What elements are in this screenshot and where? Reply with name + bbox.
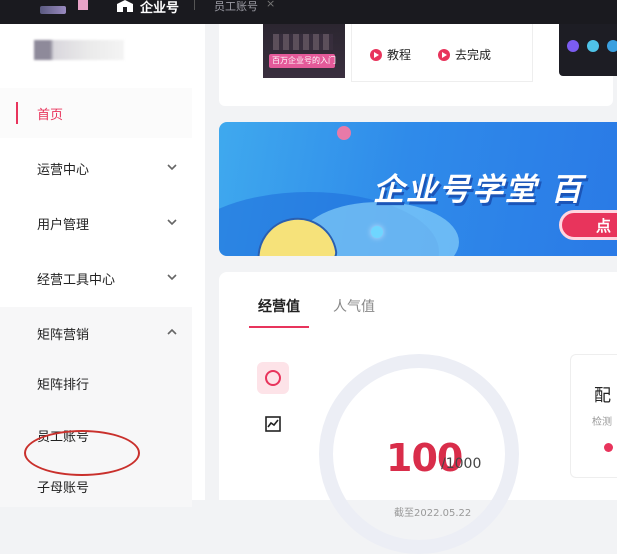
thumbnail-text: 百万企业号的入门 — [272, 56, 336, 65]
chevron-up-icon — [167, 328, 177, 335]
gauge-icon — [265, 370, 281, 386]
tab-popularity-value[interactable]: 人气值 — [333, 296, 375, 316]
sidebar-item-label: 用户管理 — [37, 218, 90, 233]
banner-title: 企业号学堂 百 — [373, 172, 584, 208]
onboarding-card: 百万企业号的入门 教程 去完成 — [219, 24, 617, 106]
complete-label: 去完成 — [455, 48, 492, 62]
feature-panel — [559, 24, 617, 76]
complete-link[interactable]: 去完成 — [438, 46, 491, 63]
trend-view-button[interactable] — [257, 408, 289, 440]
tab-business-value[interactable]: 经营值 — [258, 296, 300, 316]
top-navigation-bar: 企业号 员工账号 × — [0, 0, 617, 24]
sidebar-subitem-matrix-ranking[interactable]: 矩阵排行 — [0, 357, 192, 407]
sidebar-item-label: 首页 — [37, 108, 64, 123]
sidebar-item-home[interactable]: 首页 — [0, 88, 192, 138]
sidebar-item-business-tools[interactable]: 经营工具中心 — [0, 252, 205, 302]
config-card-subtitle: 检测 — [592, 417, 612, 428]
sidebar-item-matrix-marketing[interactable]: 矩阵营销 — [0, 307, 192, 357]
red-highlight-circle — [24, 430, 140, 476]
course-thumbnail[interactable]: 百万企业号的入门 — [263, 24, 345, 78]
banner-decoration — [371, 226, 383, 238]
sidebar-item-label: 子母账号 — [37, 481, 90, 496]
thumbnail-decoration — [273, 34, 333, 50]
blurred-icon — [78, 0, 88, 10]
close-tab-icon[interactable]: × — [266, 0, 275, 10]
config-card-title: 配 — [594, 386, 611, 406]
sidebar-item-label: 经营工具中心 — [37, 273, 116, 288]
tutorial-link[interactable]: 教程 — [370, 46, 411, 63]
status-dot-icon — [604, 443, 613, 452]
blurred-logo — [40, 6, 66, 14]
play-icon — [370, 49, 382, 61]
task-box: 教程 去完成 — [351, 24, 533, 82]
feature-icon[interactable] — [607, 40, 617, 52]
sidebar-item-label: 矩阵排行 — [37, 378, 90, 393]
chevron-down-icon — [167, 164, 177, 171]
chevron-down-icon — [167, 219, 177, 226]
enterprise-logo-icon — [117, 0, 133, 12]
gauge-view-button[interactable] — [257, 362, 289, 394]
sidebar-item-user-management[interactable]: 用户管理 — [0, 197, 205, 247]
arrow-icon — [438, 49, 450, 61]
sidebar-item-label: 运营中心 — [37, 163, 90, 178]
active-tab-indicator — [249, 326, 309, 328]
feature-icon[interactable] — [587, 40, 599, 52]
promo-banner[interactable]: 企业号学堂 百 点 — [219, 122, 617, 256]
banner-cta-button[interactable]: 点 — [559, 210, 617, 240]
score-max: /1000 — [441, 456, 482, 472]
line-chart-icon — [265, 416, 281, 432]
sidebar-item-operations-center[interactable]: 运营中心 — [0, 142, 205, 192]
chevron-down-icon — [167, 274, 177, 281]
business-score-card: 经营值 人气值 100 /1000 截至2022.05.22 配 检测 — [219, 272, 617, 554]
main-content: 百万企业号的入门 教程 去完成 企业号学堂 百 点 经营值 人气值 100 /1… — [205, 24, 617, 554]
divider — [194, 0, 195, 10]
score-date: 截至2022.05.22 — [394, 508, 472, 519]
blurred-account-name — [34, 40, 124, 60]
breadcrumb-tab[interactable]: 员工账号 — [214, 0, 258, 14]
banner-cta-label: 点 — [596, 217, 612, 235]
sidebar-item-label: 矩阵营销 — [37, 328, 90, 343]
config-card[interactable]: 配 检测 — [570, 354, 617, 478]
sidebar: 首页 运营中心 用户管理 经营工具中心 矩阵营销 矩阵排行 员工账号 子母账号 — [0, 24, 205, 507]
tutorial-label: 教程 — [387, 48, 412, 62]
feature-icon[interactable] — [567, 40, 579, 52]
brand-name: 企业号 — [140, 1, 180, 16]
active-indicator — [16, 102, 18, 124]
banner-decoration — [337, 126, 351, 140]
